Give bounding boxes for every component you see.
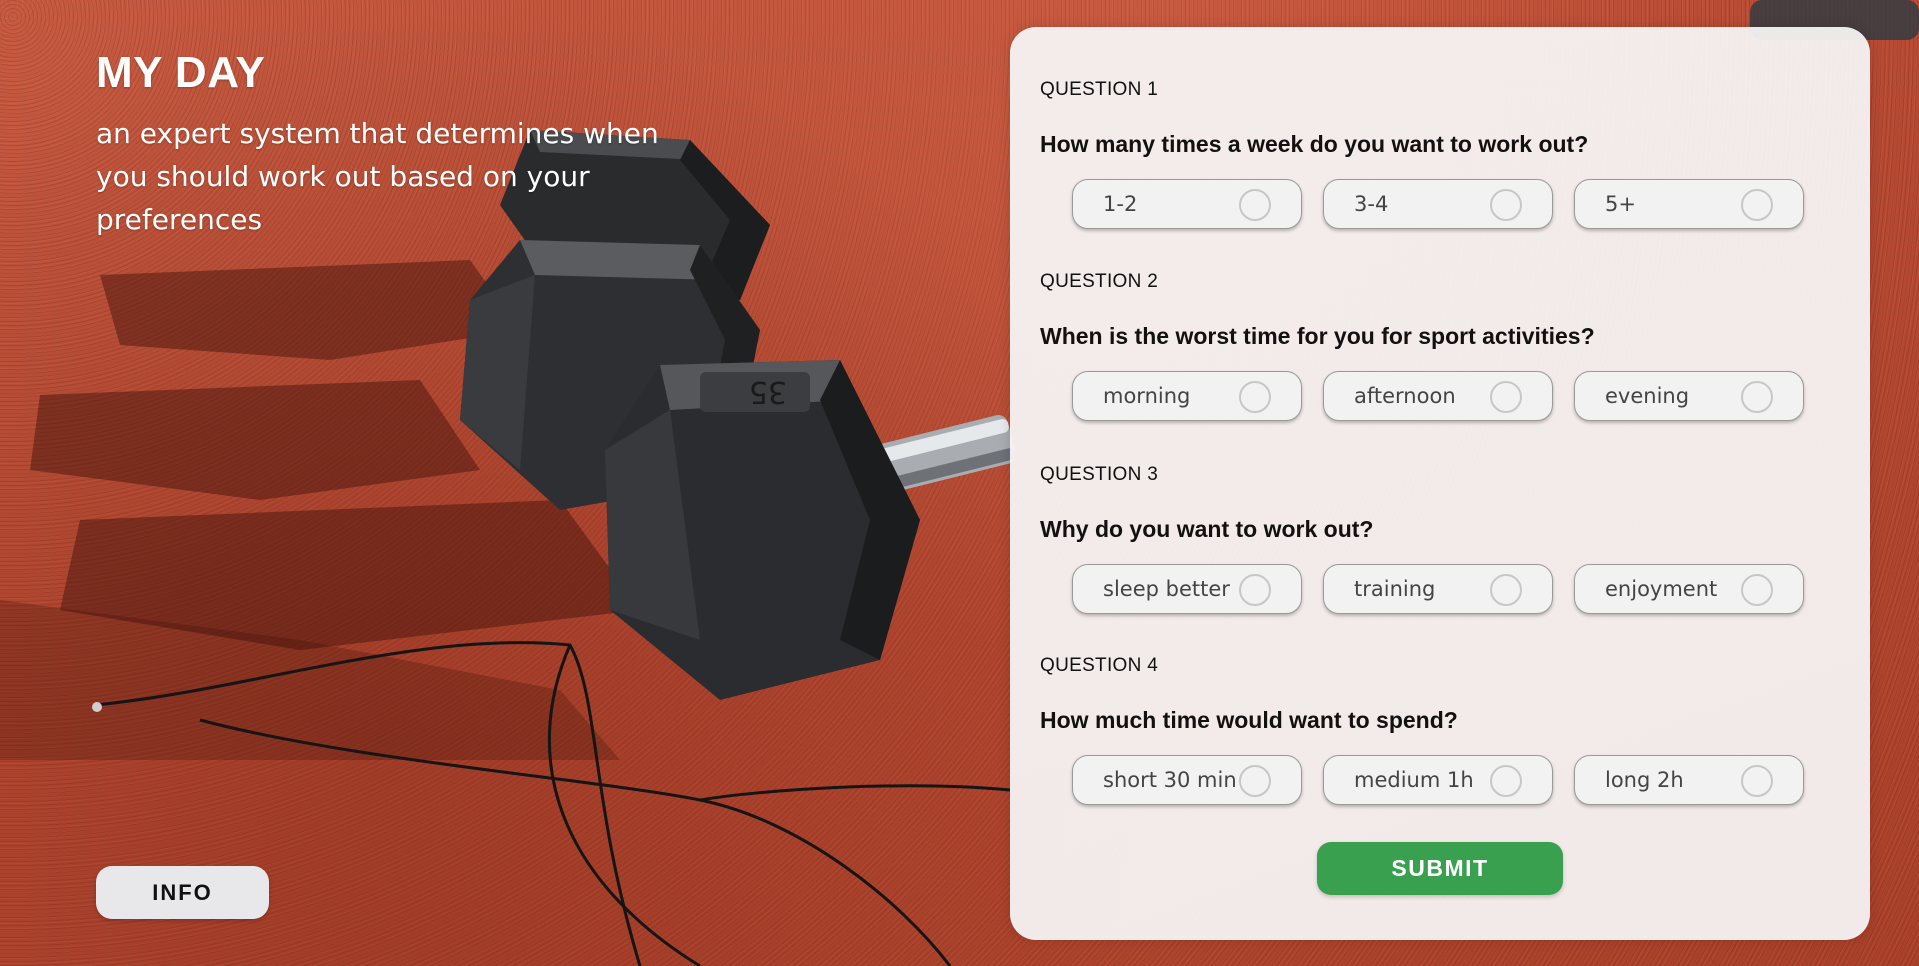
question-text: How many times a week do you want to wor…	[1040, 131, 1589, 157]
question-number: QUESTION 3	[1040, 464, 1159, 485]
question-text: When is the worst time for you for sport…	[1040, 323, 1595, 349]
option-label: 1-2	[1103, 192, 1138, 216]
option-label: enjoyment	[1605, 577, 1718, 601]
option-label: long 2h	[1605, 768, 1684, 792]
question-number: QUESTION 1	[1040, 79, 1159, 100]
option-1-2[interactable]: 1-2	[1072, 179, 1302, 229]
option-enjoyment[interactable]: enjoyment	[1574, 564, 1804, 614]
option-group: short 30 min medium 1h long 2h	[1072, 755, 1804, 805]
radio-icon[interactable]	[1490, 381, 1522, 413]
question-1: QUESTION 1 How many times a week do you …	[1040, 79, 1840, 229]
radio-icon[interactable]	[1239, 189, 1271, 221]
quiz-card: QUESTION 1 How many times a week do you …	[1010, 27, 1870, 940]
radio-icon[interactable]	[1741, 381, 1773, 413]
radio-icon[interactable]	[1490, 574, 1522, 606]
question-3: QUESTION 3 Why do you want to work out? …	[1040, 464, 1840, 614]
option-label: short 30 min	[1103, 768, 1237, 792]
option-group: 1-2 3-4 5+	[1072, 179, 1804, 229]
option-afternoon[interactable]: afternoon	[1323, 371, 1553, 421]
option-short-30-min[interactable]: short 30 min	[1072, 755, 1302, 805]
option-label: sleep better	[1103, 577, 1230, 601]
question-text: How much time would want to spend?	[1040, 707, 1458, 733]
option-label: medium 1h	[1354, 768, 1474, 792]
radio-icon[interactable]	[1490, 189, 1522, 221]
radio-icon[interactable]	[1490, 765, 1522, 797]
option-label: afternoon	[1354, 384, 1456, 408]
option-group: morning afternoon evening	[1072, 371, 1804, 421]
brand-header: MY DAY an expert system that determines …	[96, 48, 696, 241]
question-2: QUESTION 2 When is the worst time for yo…	[1040, 271, 1840, 421]
option-medium-1h[interactable]: medium 1h	[1323, 755, 1553, 805]
radio-icon[interactable]	[1741, 189, 1773, 221]
question-text: Why do you want to work out?	[1040, 516, 1374, 542]
option-label: 3-4	[1354, 192, 1389, 216]
question-number: QUESTION 4	[1040, 655, 1159, 676]
option-evening[interactable]: evening	[1574, 371, 1804, 421]
app-subtitle: an expert system that determines when yo…	[96, 117, 659, 236]
option-label: training	[1354, 577, 1436, 601]
option-5-plus[interactable]: 5+	[1574, 179, 1804, 229]
radio-icon[interactable]	[1741, 574, 1773, 606]
option-morning[interactable]: morning	[1072, 371, 1302, 421]
submit-button[interactable]: SUBMIT	[1317, 842, 1563, 895]
question-4: QUESTION 4 How much time would want to s…	[1040, 655, 1840, 805]
option-long-2h[interactable]: long 2h	[1574, 755, 1804, 805]
option-sleep-better[interactable]: sleep better	[1072, 564, 1302, 614]
radio-icon[interactable]	[1239, 381, 1271, 413]
svg-text:35: 35	[749, 374, 787, 409]
question-number: QUESTION 2	[1040, 271, 1159, 292]
radio-icon[interactable]	[1239, 765, 1271, 797]
app-title: MY DAY	[96, 48, 266, 97]
option-label: evening	[1605, 384, 1690, 408]
radio-icon[interactable]	[1741, 765, 1773, 797]
option-label: 5+	[1605, 192, 1636, 216]
option-training[interactable]: training	[1323, 564, 1553, 614]
option-group: sleep better training enjoyment	[1072, 564, 1804, 614]
info-button[interactable]: INFO	[96, 866, 269, 919]
radio-icon[interactable]	[1239, 574, 1271, 606]
option-3-4[interactable]: 3-4	[1323, 179, 1553, 229]
option-label: morning	[1103, 384, 1191, 408]
